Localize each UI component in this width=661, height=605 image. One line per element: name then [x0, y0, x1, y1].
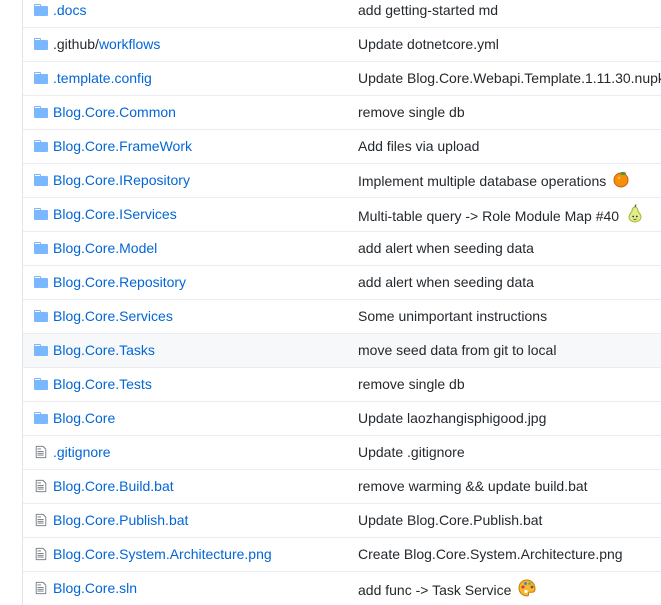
- commit-message-link[interactable]: add func -> Task Service: [358, 579, 537, 603]
- file-name-link[interactable]: Blog.Core.Tests: [53, 376, 152, 392]
- commit-message-link[interactable]: add getting-started md: [358, 2, 498, 18]
- commit-message-text[interactable]: add getting-started md: [358, 2, 498, 18]
- file-name-link[interactable]: .docs: [53, 2, 86, 18]
- file-icon: [35, 445, 49, 459]
- file-name-link[interactable]: .template.config: [53, 70, 152, 86]
- folder-icon: [34, 4, 48, 16]
- table-row: Blog.Core.IRepository Implement multiple …: [23, 163, 661, 197]
- file-name-link[interactable]: Blog.Core.FrameWork: [53, 138, 192, 154]
- commit-message-text[interactable]: Multi-table query -> Role Module Map #40: [358, 208, 619, 224]
- commit-message-link[interactable]: Update dotnetcore.yml: [358, 36, 499, 52]
- file-name-link[interactable]: Blog.Core.sln: [53, 580, 137, 596]
- commit-message-text[interactable]: Update Blog.Core.Webapi.Template.1.11.30…: [358, 70, 661, 86]
- file-name-link[interactable]: Blog.Core.IRepository: [53, 172, 190, 188]
- commit-message-link[interactable]: Some unimportant instructions: [358, 308, 547, 324]
- commit-message-text[interactable]: move seed data from git to local: [358, 342, 556, 358]
- commit-message-link[interactable]: remove single db: [358, 104, 465, 120]
- folder-icon: [34, 38, 48, 50]
- folder-icon: [34, 310, 48, 322]
- table-row: Blog.Core.Common remove single db: [23, 95, 661, 129]
- table-row: Blog.Core.sln add func -> Task Service: [23, 571, 661, 605]
- table-row: .template.config Update Blog.Core.Webapi.…: [23, 61, 661, 95]
- folder-icon: [34, 208, 48, 220]
- folder-icon: [34, 140, 48, 152]
- table-row: Blog.Core.FrameWork Add files via upload: [23, 129, 661, 163]
- commit-message-text[interactable]: Create Blog.Core.System.Architecture.png: [358, 546, 623, 562]
- folder-icon: [34, 378, 48, 390]
- commit-message-link[interactable]: add alert when seeding data: [358, 240, 534, 256]
- commit-message-text[interactable]: remove single db: [358, 104, 465, 120]
- commit-message-text[interactable]: remove warming && update build.bat: [358, 478, 588, 494]
- table-row: .gitignore Update .gitignore: [23, 435, 661, 469]
- tangerine-emoji: [612, 170, 630, 191]
- file-name-link[interactable]: Blog.Core.System.Architecture.png: [53, 546, 272, 562]
- folder-icon: [34, 276, 48, 288]
- file-name-link[interactable]: Blog.Core.IServices: [53, 206, 177, 222]
- file-icon: [35, 479, 49, 493]
- file-name-link[interactable]: Blog.Core.Common: [53, 104, 176, 120]
- table-row: Blog.Core.Publish.bat Update Blog.Core.Pu…: [23, 503, 661, 537]
- folder-icon: [34, 242, 48, 254]
- folder-icon: [34, 344, 48, 356]
- commit-message-link[interactable]: Create Blog.Core.System.Architecture.png: [358, 546, 623, 562]
- file-name-link[interactable]: .github/workflows: [53, 36, 160, 52]
- table-row: Blog.Core.IServices Multi-table query -> …: [23, 197, 661, 231]
- table-row: Blog.Core.Model add alert when seeding da…: [23, 231, 661, 265]
- commit-message-link[interactable]: Implement multiple database operations: [358, 170, 630, 193]
- file-icon: [35, 547, 49, 561]
- commit-message-text[interactable]: Update .gitignore: [358, 444, 465, 460]
- table-row: Blog.Core.Tests remove single db: [23, 367, 661, 401]
- table-row: Blog.Core.Tasks move seed data from git t…: [23, 333, 661, 367]
- commit-message-link[interactable]: add alert when seeding data: [358, 274, 534, 290]
- file-name-link[interactable]: Blog.Core.Tasks: [53, 342, 155, 358]
- commit-message-text[interactable]: Update laozhangisphigood.jpg: [358, 410, 546, 426]
- table-row: .github/workflows Update dotnetcore.yml: [23, 27, 661, 61]
- file-name-prefix: .github/: [53, 36, 99, 52]
- file-icon: [35, 513, 49, 527]
- commit-message-link[interactable]: move seed data from git to local: [358, 342, 556, 358]
- file-name-link[interactable]: Blog.Core.Publish.bat: [53, 512, 188, 528]
- commit-message-text[interactable]: remove single db: [358, 376, 465, 392]
- commit-message-text[interactable]: add alert when seeding data: [358, 240, 534, 256]
- file-name-link[interactable]: Blog.Core.Repository: [53, 274, 186, 290]
- commit-message-link[interactable]: Add files via upload: [358, 138, 479, 154]
- table-row: .docs add getting-started md: [23, 0, 661, 27]
- folder-icon: [34, 412, 48, 424]
- folder-icon: [34, 174, 48, 186]
- table-row: Blog.Core.System.Architecture.png Create …: [23, 537, 661, 571]
- commit-message-link[interactable]: Update laozhangisphigood.jpg: [358, 410, 546, 426]
- pear-emoji: [625, 204, 645, 227]
- commit-message-link[interactable]: Update Blog.Core.Webapi.Template.1.11.30…: [358, 70, 661, 86]
- file-list-table: .docs add getting-started md .github/workf…: [22, 0, 661, 605]
- table-row: Blog.Core Update laozhangisphigood.jpg: [23, 401, 661, 435]
- folder-icon: [34, 72, 48, 84]
- table-row: Blog.Core.Services Some unimportant instr…: [23, 299, 661, 333]
- file-name-link[interactable]: Blog.Core: [53, 410, 115, 426]
- file-name-link[interactable]: Blog.Core.Services: [53, 308, 173, 324]
- table-row: Blog.Core.Repository add alert when seedi…: [23, 265, 661, 299]
- commit-message-link[interactable]: Update Blog.Core.Publish.bat: [358, 512, 542, 528]
- folder-icon: [34, 106, 48, 118]
- commit-message-link[interactable]: Multi-table query -> Role Module Map #40: [358, 204, 645, 229]
- commit-message-text[interactable]: Update Blog.Core.Publish.bat: [358, 512, 542, 528]
- commit-message-text[interactable]: add alert when seeding data: [358, 274, 534, 290]
- commit-message-link[interactable]: remove warming && update build.bat: [358, 478, 588, 494]
- commit-message-text[interactable]: Update dotnetcore.yml: [358, 36, 499, 52]
- commit-message-text[interactable]: Add files via upload: [358, 138, 479, 154]
- table-row: Blog.Core.Build.bat remove warming && upd…: [23, 469, 661, 503]
- commit-message-link[interactable]: Update .gitignore: [358, 444, 465, 460]
- file-name-link[interactable]: Blog.Core.Model: [53, 240, 157, 256]
- file-icon: [35, 581, 49, 595]
- commit-message-text[interactable]: Some unimportant instructions: [358, 308, 547, 324]
- commit-message-link[interactable]: remove single db: [358, 376, 465, 392]
- commit-message-text[interactable]: add func -> Task Service: [358, 582, 511, 598]
- file-name-link[interactable]: .gitignore: [53, 444, 111, 460]
- file-name-text[interactable]: workflows: [99, 36, 160, 52]
- file-name-link[interactable]: Blog.Core.Build.bat: [53, 478, 174, 494]
- commit-message-text[interactable]: Implement multiple database operations: [358, 173, 606, 189]
